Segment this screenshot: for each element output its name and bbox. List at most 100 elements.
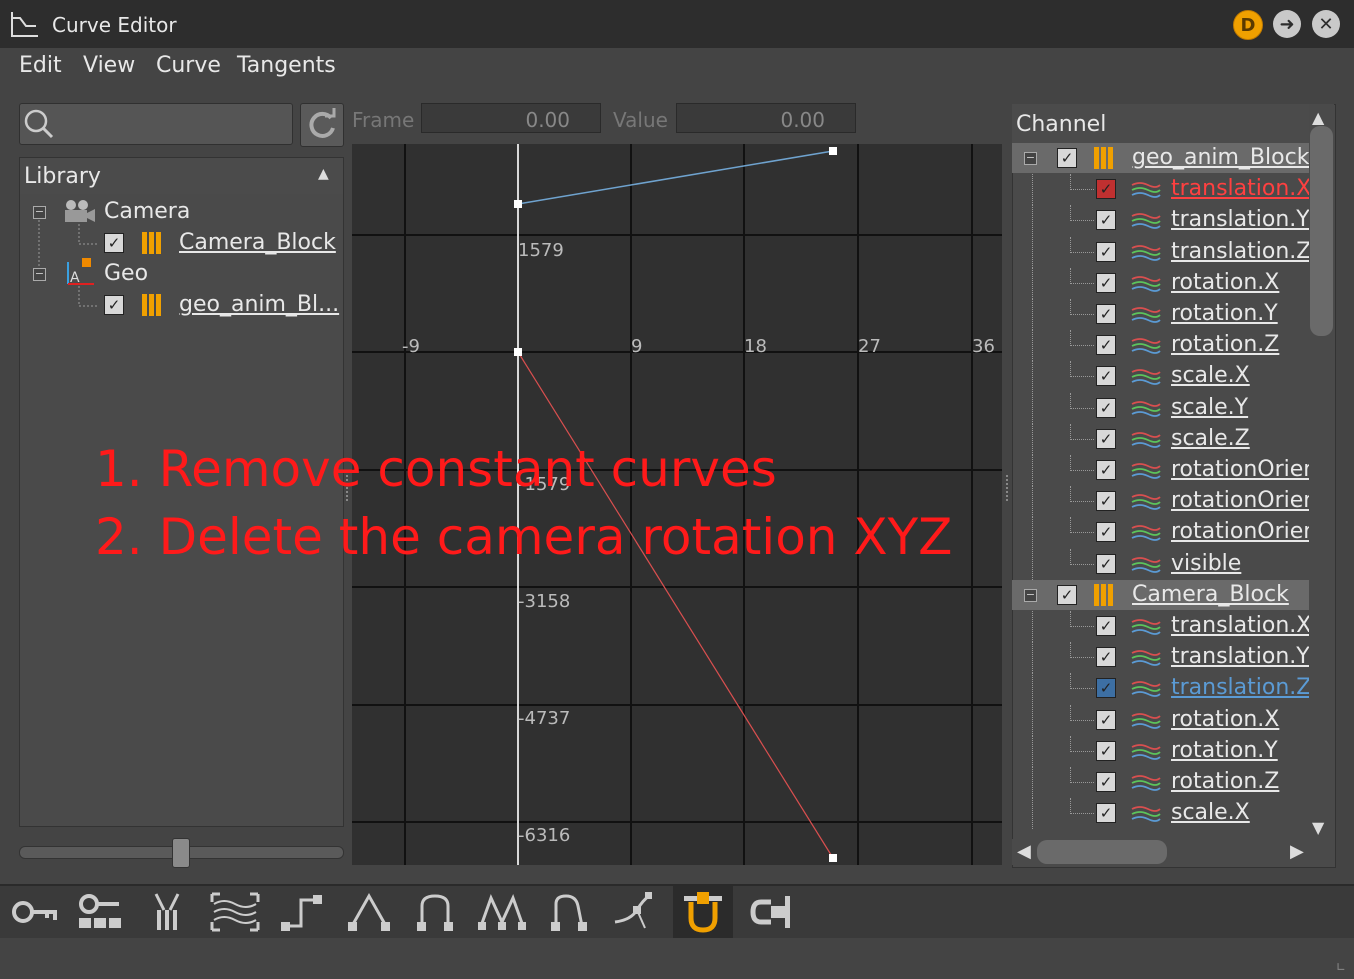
menu-curve[interactable]: Curve (156, 53, 221, 78)
group-checkbox[interactable]: ✓ (1057, 148, 1077, 168)
search-input[interactable] (19, 103, 293, 145)
collapse-camera-toggle[interactable]: − (33, 206, 46, 219)
scroll-down-icon[interactable]: ▼ (1312, 818, 1324, 837)
channel-label[interactable]: rotationOrien (1171, 519, 1317, 544)
channel-checkbox[interactable]: ✓ (1096, 272, 1116, 293)
collapse-up-icon[interactable]: ▲ (318, 166, 329, 182)
frame-field[interactable]: 0.00 (421, 103, 601, 133)
channel-label[interactable]: rotationOrien (1171, 488, 1317, 513)
menu-edit[interactable]: Edit (19, 53, 62, 78)
zoom-slider-thumb[interactable] (172, 838, 190, 868)
library-camera-label[interactable]: Camera (104, 199, 190, 224)
channel-checkbox[interactable]: ✓ (1096, 772, 1116, 792)
channel-label[interactable]: scale.X (1171, 363, 1250, 388)
channel-checkbox[interactable]: ✓ (1096, 522, 1116, 543)
channel-label[interactable]: rotation.Z (1171, 769, 1279, 794)
channel-label[interactable]: translation.Z (1171, 675, 1311, 700)
channel-row[interactable]: ✓ rotationOrien (1012, 486, 1317, 518)
channel-row[interactable]: ✓ scale.Y (1012, 392, 1310, 424)
channel-group-row[interactable]: − ✓ geo_anim_Block (1012, 143, 1310, 173)
channel-row[interactable]: ✓ rotationOrien (1012, 517, 1317, 549)
channel-label[interactable]: rotation.X (1171, 707, 1279, 732)
channel-label[interactable]: rotation.Z (1171, 332, 1279, 357)
channel-label[interactable]: translation.X (1171, 613, 1311, 638)
channel-label[interactable]: rotationOrien (1171, 457, 1317, 482)
channel-group-label[interactable]: Camera_Block (1132, 582, 1289, 607)
channel-label[interactable]: rotation.Y (1171, 301, 1278, 326)
channel-row[interactable]: ✓ rotation.Y (1012, 735, 1310, 767)
channel-checkbox[interactable]: ✓ (1096, 179, 1116, 200)
keys-button[interactable] (70, 886, 130, 938)
channel-label[interactable]: translation.X (1171, 176, 1311, 201)
channel-row[interactable]: ✓ rotation.Z (1012, 330, 1310, 362)
channel-row[interactable]: ✓ translation.Y (1012, 642, 1310, 674)
step-tangent-button[interactable] (272, 886, 332, 938)
channel-label[interactable]: translation.Y (1171, 207, 1310, 232)
library-geo-label[interactable]: Geo (104, 261, 148, 286)
spline-tangent-button[interactable] (539, 886, 599, 938)
group-checkbox[interactable]: ✓ (1057, 584, 1077, 605)
menu-tangents[interactable]: Tangents (237, 53, 336, 78)
channel-group-row[interactable]: − ✓ Camera_Block (1012, 579, 1310, 610)
collapse-group-toggle[interactable]: − (1024, 588, 1037, 602)
curve-graph[interactable]: -9 9 18 27 36 1579 -1579 -3158 -4737 -63… (352, 144, 1002, 865)
channel-checkbox[interactable]: ✓ (1096, 460, 1116, 480)
auto-tangent-button[interactable] (472, 886, 532, 938)
channel-row[interactable]: ✓ scale.X (1012, 361, 1310, 393)
value-field[interactable]: 0.00 (676, 103, 856, 133)
channel-checkbox[interactable]: ✓ (1096, 803, 1116, 824)
channel-row[interactable]: ✓ visible (1012, 548, 1310, 580)
resize-grip-icon[interactable]: ∟ (1336, 960, 1346, 974)
channel-checkbox[interactable]: ✓ (1096, 553, 1116, 574)
channel-checkbox[interactable]: ✓ (1096, 678, 1116, 699)
dock-button[interactable]: D (1233, 10, 1263, 40)
library-camera-block-label[interactable]: Camera_Block (179, 230, 336, 255)
channel-checkbox[interactable]: ✓ (1096, 304, 1116, 324)
bundle-button[interactable] (137, 886, 197, 938)
channel-row[interactable]: ✓ rotationOrien (1012, 455, 1317, 486)
geo-block-checkbox[interactable]: ✓ (104, 295, 124, 315)
curve-graph-canvas[interactable]: -9 9 18 27 36 1579 -1579 -3158 -4737 -63… (352, 144, 1002, 865)
channel-group-label[interactable]: geo_anim_Block (1132, 145, 1309, 170)
channel-checkbox[interactable]: ✓ (1096, 397, 1116, 418)
channel-row[interactable]: ✓ translation.Z (1012, 236, 1311, 268)
magnet-snap-button[interactable] (673, 886, 733, 938)
close-icon[interactable]: ✕ (1312, 10, 1340, 38)
fit-button[interactable] (205, 886, 265, 938)
library-geo-block-label[interactable]: geo_anim_Bl... (179, 292, 339, 317)
channel-row[interactable]: ✓ rotation.X (1012, 704, 1310, 736)
channel-row[interactable]: ✓ translation.X (1012, 174, 1311, 206)
channel-row[interactable]: ✓ rotation.Z (1012, 767, 1310, 798)
channel-row[interactable]: ✓ scale.X (1012, 798, 1310, 830)
channel-checkbox[interactable]: ✓ (1096, 428, 1116, 449)
channel-label[interactable]: scale.Y (1171, 395, 1248, 420)
arrow-right-icon[interactable]: ➜ (1273, 10, 1301, 38)
channel-label[interactable]: rotation.X (1171, 270, 1279, 295)
channel-row[interactable]: ✓ rotation.Y (1012, 299, 1310, 330)
collapse-geo-toggle[interactable]: − (33, 268, 46, 281)
channel-row[interactable]: ✓ translation.Z (1012, 673, 1311, 705)
channel-checkbox[interactable]: ✓ (1096, 366, 1116, 387)
collapse-group-toggle[interactable]: − (1024, 152, 1037, 165)
scroll-up-icon[interactable]: ▲ (1312, 108, 1324, 127)
linear-tangent-button[interactable] (339, 886, 399, 938)
channel-checkbox[interactable]: ✓ (1096, 616, 1116, 636)
channel-label[interactable]: visible (1171, 551, 1241, 576)
horizontal-scroll-thumb[interactable] (1037, 840, 1167, 864)
channel-checkbox[interactable]: ✓ (1096, 241, 1116, 262)
refresh-button[interactable] (300, 103, 344, 147)
channel-row[interactable]: ✓ scale.Z (1012, 423, 1310, 455)
channel-row[interactable]: ✓ translation.Y (1012, 205, 1310, 237)
channel-label[interactable]: translation.Y (1171, 644, 1310, 669)
flat-tangent-button[interactable] (405, 886, 465, 938)
camera-block-checkbox[interactable]: ✓ (104, 233, 124, 253)
lock-tangent-button[interactable] (742, 886, 802, 938)
key-button[interactable] (4, 886, 64, 938)
scroll-right-icon[interactable]: ▶ (1290, 841, 1304, 862)
channel-checkbox[interactable]: ✓ (1096, 709, 1116, 730)
channel-checkbox[interactable]: ✓ (1096, 335, 1116, 356)
channel-label[interactable]: translation.Z (1171, 239, 1311, 264)
channel-row[interactable]: ✓ rotation.X (1012, 267, 1310, 299)
vertical-scroll-thumb[interactable] (1310, 126, 1333, 336)
menu-view[interactable]: View (83, 53, 135, 78)
